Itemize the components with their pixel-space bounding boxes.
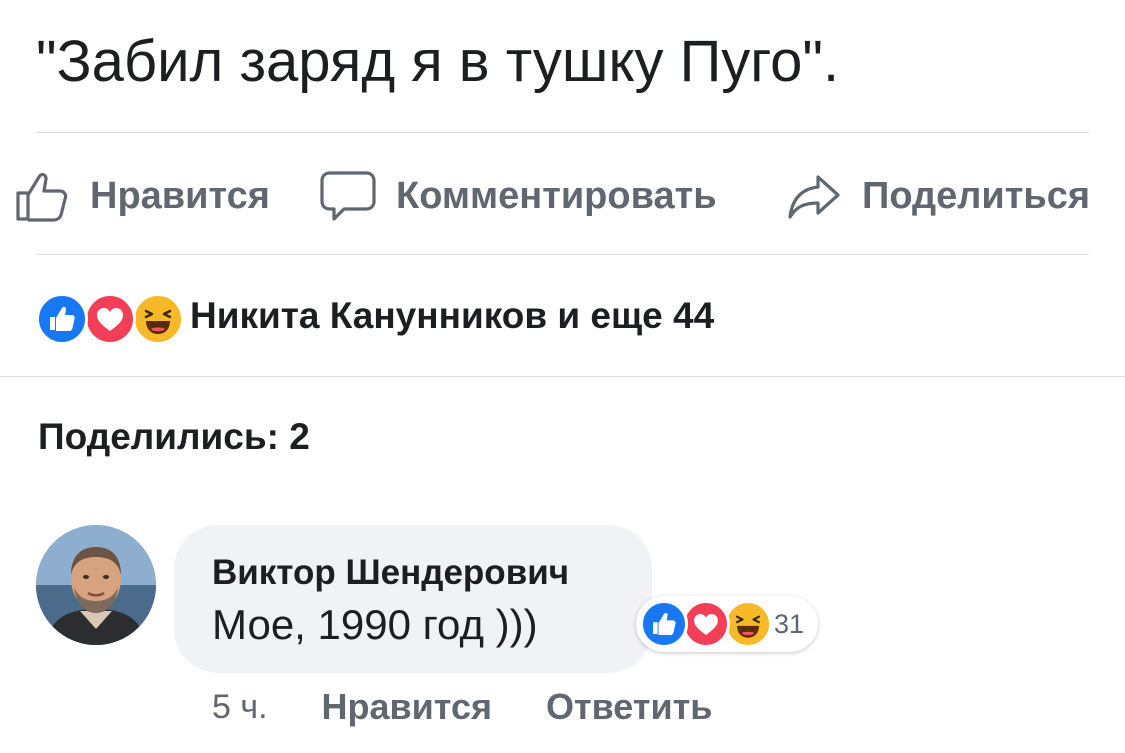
comment-reactions[interactable]: 31 (636, 596, 819, 652)
divider-reactions (0, 376, 1125, 377)
share-button[interactable]: Поделиться (786, 160, 1090, 232)
comment-text: Мое, 1990 год ))) (212, 601, 538, 648)
comment-button[interactable]: Комментировать (320, 160, 717, 232)
like-icon (640, 600, 688, 648)
post-actions-bar: Нравится Комментировать Поделиться (0, 160, 1125, 232)
share-button-label: Поделиться (862, 174, 1091, 217)
divider-top (36, 132, 1089, 133)
love-icon (84, 293, 136, 345)
comment-reaction-icons (640, 599, 772, 649)
post-text: "Забил заряд я в тушку Пуго". (36, 29, 840, 94)
comment-meta: 5 ч. Нравится Ответить (212, 684, 712, 730)
reaction-icons (36, 290, 184, 345)
speech-bubble-icon (320, 167, 376, 225)
comment-like-link[interactable]: Нравится (322, 686, 492, 728)
share-arrow-icon (786, 167, 842, 225)
comment-reaction-count: 31 (774, 608, 805, 639)
shares-count[interactable]: Поделились: 2 (38, 416, 310, 458)
avatar[interactable] (36, 525, 156, 645)
thumbs-up-icon (12, 167, 70, 225)
like-icon (36, 293, 88, 345)
haha-icon (132, 293, 184, 345)
comment-button-label: Комментировать (396, 174, 717, 217)
post-reactions-summary[interactable]: Никита Канунников и еще 44 (36, 288, 714, 345)
comment-timestamp[interactable]: 5 ч. (212, 688, 268, 727)
divider-actions (36, 254, 1089, 255)
haha-icon (724, 600, 772, 648)
comment-reply-link[interactable]: Ответить (546, 686, 712, 728)
like-button[interactable]: Нравится (12, 160, 270, 232)
comment-author[interactable]: Виктор Шендерович (212, 553, 569, 593)
reactions-summary-text[interactable]: Никита Канунников и еще 44 (190, 295, 714, 337)
like-button-label: Нравится (90, 174, 270, 217)
love-icon (682, 600, 730, 648)
comment-bubble[interactable]: Виктор Шендерович Мое, 1990 год ))) (174, 525, 652, 673)
